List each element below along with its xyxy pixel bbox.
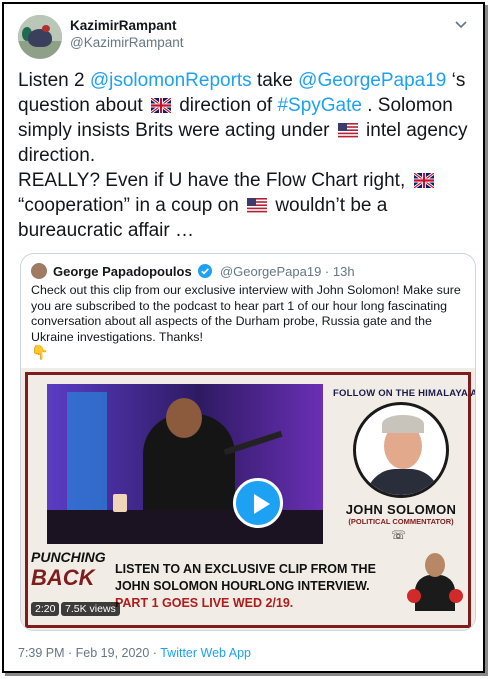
- guest-hair: [382, 415, 424, 433]
- hashtag-link[interactable]: #SpyGate: [277, 95, 362, 116]
- play-icon[interactable]: [233, 478, 283, 528]
- mention-link[interactable]: @GeorgePapa19: [298, 70, 446, 91]
- avatar-comb: [42, 25, 50, 32]
- video-duration: 2:20: [31, 602, 60, 616]
- uk-flag-icon: [413, 173, 434, 188]
- guest-name: JOHN SOLOMON: [345, 502, 457, 517]
- guest-portrait: [353, 402, 449, 498]
- tweet-fragment: REALLY? Even if U have the Flow Chart ri…: [18, 170, 406, 191]
- quoted-handle: @GeorgePapa19 · 13h: [219, 264, 355, 279]
- follow-text: FOLLOW ON THE HIMALAYA APP: [333, 388, 476, 399]
- promo-text: LISTEN TO AN EXCLUSIVE CLIP FROM THE JOH…: [115, 561, 395, 612]
- tweet-text: Listen 2 @jsolomonReports take @GeorgePa…: [18, 68, 473, 243]
- follow-banner: FOLLOW ON THE HIMALAYA APPhi: [333, 388, 476, 399]
- us-flag-icon: [337, 123, 358, 138]
- pointing-down-icon: 👇: [31, 344, 49, 360]
- source-app-link[interactable]: Twitter Web App: [160, 646, 251, 660]
- guest-role: (POLITICAL COMMENTATOR): [348, 517, 454, 526]
- mention-link[interactable]: @jsolomonReports: [90, 70, 252, 91]
- avatar-bird: [28, 29, 52, 47]
- phone-icon: ☏: [391, 528, 407, 542]
- boxing-glove-icon: [449, 589, 463, 603]
- boxing-glove-icon: [407, 589, 421, 603]
- show-title-line1: PUNCHING: [31, 549, 106, 565]
- guest-suit: [366, 469, 440, 495]
- show-title-line2: BACK: [31, 565, 95, 590]
- quoted-avatar[interactable]: [31, 263, 47, 279]
- host-cutout-head: [425, 553, 445, 577]
- promo-text-date: PART 1 GOES LIVE WED 2/19.: [115, 596, 294, 610]
- video-thumbnail[interactable]: [47, 384, 323, 544]
- promo-text-main: LISTEN TO AN EXCLUSIVE CLIP FROM THE JOH…: [115, 562, 376, 593]
- studio-desk: [47, 510, 323, 544]
- quoted-author[interactable]: George Papadopoulos @GeorgePapa19 · 13h: [53, 264, 355, 279]
- author-handle[interactable]: @KazimirRampant: [70, 35, 183, 50]
- tweet-footer: 7:39 PM · Feb 19, 2020 · Twitter Web App: [18, 646, 251, 660]
- chevron-down-icon[interactable]: [453, 16, 469, 32]
- host-head: [166, 398, 202, 438]
- coffee-cup: [113, 494, 127, 512]
- timestamp[interactable]: 7:39 PM · Feb 19, 2020 ·: [18, 646, 160, 660]
- uk-flag-icon: [150, 98, 171, 113]
- tweet-fragment: take: [251, 70, 299, 91]
- tweet-fragment: Listen 2: [18, 70, 90, 91]
- host-cutout: [407, 549, 463, 611]
- tweet-fragment: direction of: [173, 95, 278, 116]
- author-display-name[interactable]: KazimirRampant: [70, 18, 177, 33]
- us-flag-icon: [247, 198, 268, 213]
- avatar[interactable]: [18, 15, 62, 59]
- tweet-card: KazimirRampant @KazimirRampant Listen 2 …: [2, 2, 485, 673]
- quoted-name[interactable]: George Papadopoulos: [53, 264, 192, 279]
- verified-badge-icon: [198, 264, 213, 278]
- tweet-fragment: “cooperation” in a coup on: [18, 195, 239, 216]
- quoted-tweet[interactable]: George Papadopoulos @GeorgePapa19 · 13h …: [20, 253, 476, 631]
- video-views: 7.5K views: [61, 602, 120, 616]
- video-media[interactable]: FOLLOW ON THE HIMALAYA APPhi JOHN SOLOMO…: [21, 368, 476, 630]
- quoted-text: Check out this clip from our exclusive i…: [31, 283, 461, 344]
